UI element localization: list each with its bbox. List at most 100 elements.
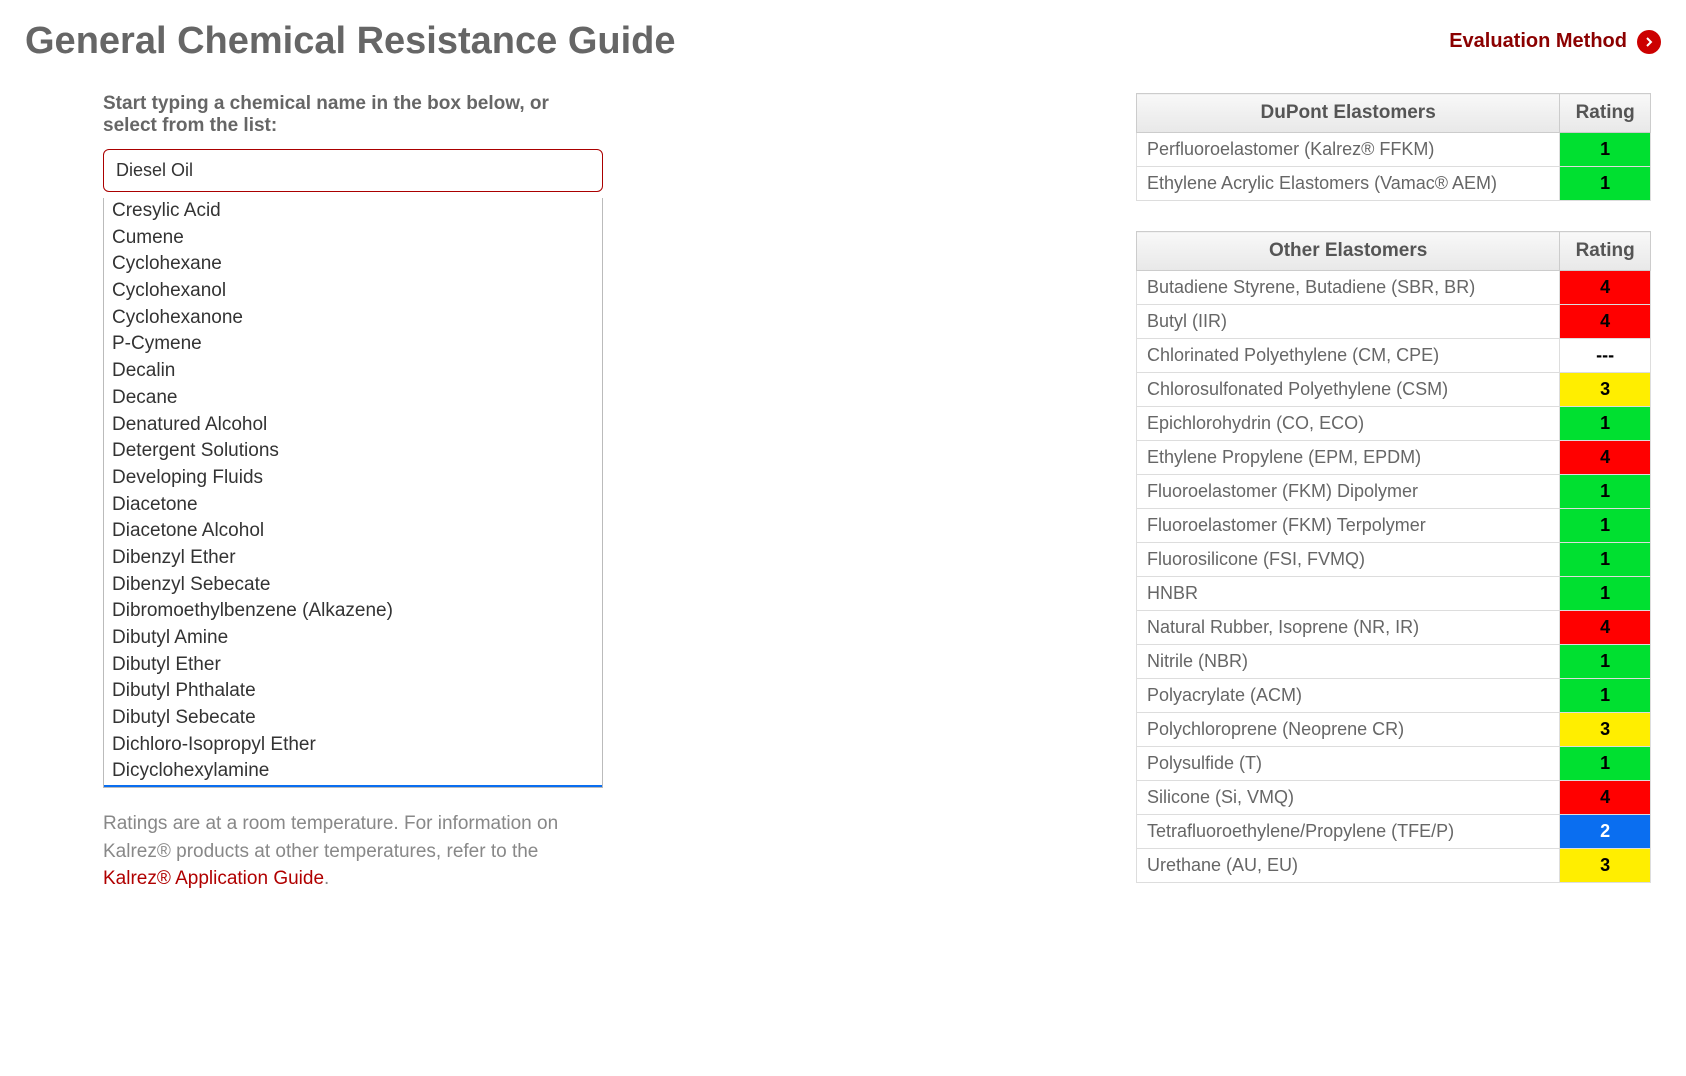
- table-row: Urethane (AU, EU)3: [1137, 849, 1651, 883]
- table-row: Chlorinated Polyethylene (CM, CPE)---: [1137, 339, 1651, 373]
- elastomer-name: Fluorosilicone (FSI, FVMQ): [1137, 543, 1560, 577]
- elastomer-name: Chlorosulfonated Polyethylene (CSM): [1137, 373, 1560, 407]
- page-title: General Chemical Resistance Guide: [25, 20, 676, 63]
- table-row: Fluoroelastomer (FKM) Terpolymer1: [1137, 509, 1651, 543]
- elastomer-name: Butadiene Styrene, Butadiene (SBR, BR): [1137, 271, 1560, 305]
- footnote-text: Ratings are at a room temperature. For i…: [103, 813, 558, 862]
- rating-cell: 4: [1560, 611, 1651, 645]
- table-row: Nitrile (NBR)1: [1137, 645, 1651, 679]
- list-item[interactable]: Cyclohexanol: [104, 278, 602, 305]
- evaluation-method-label: Evaluation Method: [1449, 30, 1627, 53]
- elastomer-name: Ethylene Acrylic Elastomers (Vamac® AEM): [1137, 167, 1560, 201]
- list-item[interactable]: Dibutyl Ether: [104, 652, 602, 679]
- list-item[interactable]: P-Cymene: [104, 331, 602, 358]
- elastomer-name: Tetrafluoroethylene/Propylene (TFE/P): [1137, 815, 1560, 849]
- list-item[interactable]: Dibutyl Phthalate: [104, 678, 602, 705]
- rating-cell: 3: [1560, 713, 1651, 747]
- table-row: Polyacrylate (ACM)1: [1137, 679, 1651, 713]
- list-item[interactable]: Dibutyl Amine: [104, 625, 602, 652]
- list-item[interactable]: Dibenzyl Sebecate: [104, 572, 602, 599]
- footnote-suffix: .: [324, 868, 329, 889]
- table-row: Tetrafluoroethylene/Propylene (TFE/P)2: [1137, 815, 1651, 849]
- table-row: Natural Rubber, Isoprene (NR, IR)4: [1137, 611, 1651, 645]
- rating-cell: 1: [1560, 407, 1651, 441]
- rating-cell: ---: [1560, 339, 1651, 373]
- footnote: Ratings are at a room temperature. For i…: [103, 810, 603, 893]
- chemical-list[interactable]: Cresylic AcidCumeneCyclohexaneCyclohexan…: [103, 198, 603, 788]
- list-item[interactable]: Diacetone: [104, 492, 602, 519]
- chevron-right-icon: [1637, 30, 1661, 54]
- table-row: Epichlorohydrin (CO, ECO)1: [1137, 407, 1651, 441]
- elastomer-name: Perfluoroelastomer (Kalrez® FFKM): [1137, 133, 1560, 167]
- table-header-rating: Rating: [1560, 94, 1651, 133]
- elastomer-name: Fluoroelastomer (FKM) Dipolymer: [1137, 475, 1560, 509]
- header: General Chemical Resistance Guide Evalua…: [25, 20, 1661, 63]
- elastomer-name: Natural Rubber, Isoprene (NR, IR): [1137, 611, 1560, 645]
- rating-cell: 3: [1560, 849, 1651, 883]
- elastomer-name: Silicone (Si, VMQ): [1137, 781, 1560, 815]
- rating-cell: 2: [1560, 815, 1651, 849]
- elastomer-name: Butyl (IIR): [1137, 305, 1560, 339]
- table-row: Perfluoroelastomer (Kalrez® FFKM)1: [1137, 133, 1651, 167]
- dupont-elastomers-table: DuPont Elastomers Rating Perfluoroelasto…: [1136, 93, 1651, 201]
- elastomer-name: Epichlorohydrin (CO, ECO): [1137, 407, 1560, 441]
- list-item[interactable]: Cumene: [104, 225, 602, 252]
- list-item[interactable]: Cyclohexanone: [104, 305, 602, 332]
- rating-cell: 4: [1560, 271, 1651, 305]
- elastomer-name: Nitrile (NBR): [1137, 645, 1560, 679]
- rating-cell: 1: [1560, 543, 1651, 577]
- left-column: Start typing a chemical name in the box …: [103, 93, 603, 893]
- list-item[interactable]: Developing Fluids: [104, 465, 602, 492]
- table-row: Fluoroelastomer (FKM) Dipolymer1: [1137, 475, 1651, 509]
- elastomer-name: Chlorinated Polyethylene (CM, CPE): [1137, 339, 1560, 373]
- list-item[interactable]: Dicyclohexylamine: [104, 758, 602, 785]
- other-elastomers-table: Other Elastomers Rating Butadiene Styren…: [1136, 231, 1651, 883]
- rating-cell: 4: [1560, 305, 1651, 339]
- right-column: DuPont Elastomers Rating Perfluoroelasto…: [1136, 93, 1651, 913]
- instruction-label: Start typing a chemical name in the box …: [103, 93, 603, 137]
- list-item[interactable]: Diacetone Alcohol: [104, 518, 602, 545]
- list-item[interactable]: Decane: [104, 385, 602, 412]
- rating-cell: 4: [1560, 441, 1651, 475]
- content: Start typing a chemical name in the box …: [25, 93, 1661, 913]
- list-item[interactable]: Cresylic Acid: [104, 198, 602, 225]
- evaluation-method-link[interactable]: Evaluation Method: [1449, 30, 1661, 54]
- chemical-search-input[interactable]: [103, 149, 603, 192]
- rating-cell: 1: [1560, 577, 1651, 611]
- list-item[interactable]: Decalin: [104, 358, 602, 385]
- table-row: Polysulfide (T)1: [1137, 747, 1651, 781]
- elastomer-name: Polysulfide (T): [1137, 747, 1560, 781]
- list-item[interactable]: Detergent Solutions: [104, 438, 602, 465]
- elastomer-name: Polyacrylate (ACM): [1137, 679, 1560, 713]
- table-row: Ethylene Propylene (EPM, EPDM)4: [1137, 441, 1651, 475]
- list-item[interactable]: Denatured Alcohol: [104, 412, 602, 439]
- table-row: Ethylene Acrylic Elastomers (Vamac® AEM)…: [1137, 167, 1651, 201]
- list-item[interactable]: Dibromoethylbenzene (Alkazene): [104, 598, 602, 625]
- rating-cell: 3: [1560, 373, 1651, 407]
- rating-cell: 1: [1560, 679, 1651, 713]
- rating-cell: 1: [1560, 475, 1651, 509]
- rating-cell: 1: [1560, 747, 1651, 781]
- table-row: Butyl (IIR)4: [1137, 305, 1651, 339]
- table-row: Butadiene Styrene, Butadiene (SBR, BR)4: [1137, 271, 1651, 305]
- table-header-name: DuPont Elastomers: [1137, 94, 1560, 133]
- list-item[interactable]: Cyclohexane: [104, 251, 602, 278]
- rating-cell: 4: [1560, 781, 1651, 815]
- rating-cell: 1: [1560, 133, 1651, 167]
- rating-cell: 1: [1560, 167, 1651, 201]
- table-header-name: Other Elastomers: [1137, 232, 1560, 271]
- table-row: Polychloroprene (Neoprene CR)3: [1137, 713, 1651, 747]
- list-item[interactable]: Diesel Oil: [104, 785, 602, 788]
- elastomer-name: Ethylene Propylene (EPM, EPDM): [1137, 441, 1560, 475]
- rating-cell: 1: [1560, 509, 1651, 543]
- application-guide-link[interactable]: Kalrez® Application Guide: [103, 868, 324, 889]
- list-item[interactable]: Dichloro-Isopropyl Ether: [104, 732, 602, 759]
- elastomer-name: HNBR: [1137, 577, 1560, 611]
- table-row: Silicone (Si, VMQ)4: [1137, 781, 1651, 815]
- table-row: Fluorosilicone (FSI, FVMQ)1: [1137, 543, 1651, 577]
- list-item[interactable]: Dibenzyl Ether: [104, 545, 602, 572]
- table-row: Chlorosulfonated Polyethylene (CSM)3: [1137, 373, 1651, 407]
- list-item[interactable]: Dibutyl Sebecate: [104, 705, 602, 732]
- elastomer-name: Urethane (AU, EU): [1137, 849, 1560, 883]
- rating-cell: 1: [1560, 645, 1651, 679]
